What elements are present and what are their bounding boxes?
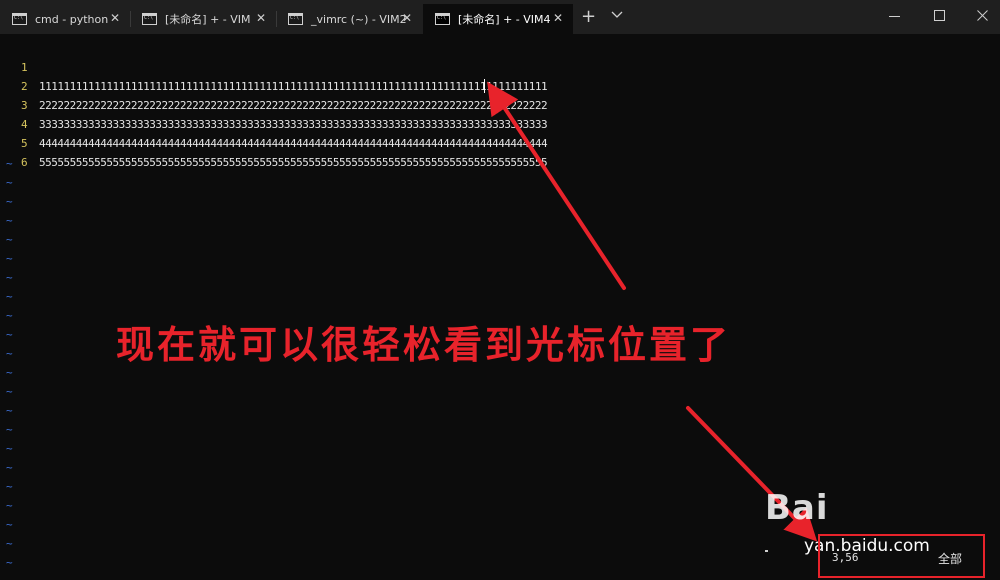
tab-label: [未命名] + - VIM4 xyxy=(458,13,551,26)
empty-line-tilde: ~ xyxy=(6,499,13,512)
tab-vimrc[interactable]: _vimrc (~) - VIM2 ✕ xyxy=(276,4,422,34)
console-icon xyxy=(142,13,157,25)
close-tab-icon[interactable]: ✕ xyxy=(402,12,412,24)
empty-line-tilde: ~ xyxy=(6,157,13,170)
empty-line-tilde: ~ xyxy=(6,271,13,284)
status-mark xyxy=(765,550,768,552)
console-icon xyxy=(435,13,450,25)
vim-editor[interactable]: 1 11111111111111111111111111111111111111… xyxy=(0,34,1000,580)
tab-label: [未命名] + - VIM xyxy=(165,13,251,26)
empty-line-tilde: ~ xyxy=(6,556,13,569)
empty-line-tilde: ~ xyxy=(6,537,13,550)
empty-line-tilde: ~ xyxy=(6,366,13,379)
empty-line-tilde: ~ xyxy=(6,214,13,227)
empty-line-tilde: ~ xyxy=(6,518,13,531)
editor-line: 2 22222222222222222222222222222222222222… xyxy=(0,58,548,112)
new-tab-icon[interactable]: + xyxy=(581,8,596,26)
maximize-icon[interactable] xyxy=(934,10,945,21)
close-window-icon[interactable] xyxy=(977,10,988,21)
line-text: 1111111111111111111111111111111111111111… xyxy=(39,80,548,93)
tab-vim4[interactable]: [未命名] + - VIM4 ✕ xyxy=(423,4,573,34)
empty-line-tilde: ~ xyxy=(6,176,13,189)
annotation-caption: 现在就可以很轻松看到光标位置了 xyxy=(116,323,732,367)
baidu-logo-watermark: Bai xyxy=(765,488,829,528)
line-text: 3333333333333333333333333333333333333333… xyxy=(39,118,548,131)
empty-line-tilde: ~ xyxy=(6,328,13,341)
tab-label: _vimrc (~) - VIM2 xyxy=(311,12,407,26)
minimize-icon[interactable] xyxy=(889,11,900,22)
editor-line: 5 55555555555555555555555555555555555555… xyxy=(0,115,548,169)
empty-line-tilde: ~ xyxy=(6,252,13,265)
tab-bar: cmd - python ✕ [未命名] + - VIM ✕ _vimrc (~… xyxy=(0,0,1000,34)
empty-line-tilde: ~ xyxy=(6,442,13,455)
tab-cmd-python[interactable]: cmd - python ✕ xyxy=(0,4,130,34)
close-tab-icon[interactable]: ✕ xyxy=(110,12,120,24)
tab-label: cmd - python xyxy=(35,12,109,26)
close-tab-icon[interactable]: ✕ xyxy=(256,12,266,24)
empty-line-tilde: ~ xyxy=(6,233,13,246)
text-cursor xyxy=(484,79,485,93)
close-tab-icon[interactable]: ✕ xyxy=(553,12,563,24)
line-text: 2222222222222222222222222222222222222222… xyxy=(39,99,548,112)
line-text: 4444444444444444444444444444444444444444… xyxy=(39,137,548,150)
empty-line-tilde: ~ xyxy=(6,404,13,417)
terminal-window: cmd - python ✕ [未命名] + - VIM ✕ _vimrc (~… xyxy=(0,0,1000,580)
empty-line-tilde: ~ xyxy=(6,309,13,322)
ruler-cursor-position: 3,56 xyxy=(832,551,859,564)
empty-line-tilde: ~ xyxy=(6,195,13,208)
empty-line-tilde: ~ xyxy=(6,480,13,493)
chevron-down-icon[interactable] xyxy=(611,11,623,21)
editor-line: 6 xyxy=(0,134,40,169)
editor-line: 1 11111111111111111111111111111111111111… xyxy=(0,39,548,93)
editor-line: 4 44444444444444444444444444444444444444… xyxy=(0,96,548,150)
empty-line-tilde: ~ xyxy=(6,423,13,436)
console-icon xyxy=(288,13,303,25)
line-text: 5555555555555555555555555555555555555555… xyxy=(39,156,548,169)
empty-line-tilde: ~ xyxy=(6,461,13,474)
empty-line-tilde: ~ xyxy=(6,347,13,360)
editor-line-current: 3 33333333333333333333333333333333333333… xyxy=(0,77,548,131)
ruler-scroll-position: 全部 xyxy=(938,552,963,566)
console-icon xyxy=(12,13,27,25)
empty-line-tilde: ~ xyxy=(6,290,13,303)
tab-vim[interactable]: [未命名] + - VIM ✕ xyxy=(130,4,276,34)
line-number: 6 xyxy=(21,156,28,169)
empty-line-tilde: ~ xyxy=(6,385,13,398)
